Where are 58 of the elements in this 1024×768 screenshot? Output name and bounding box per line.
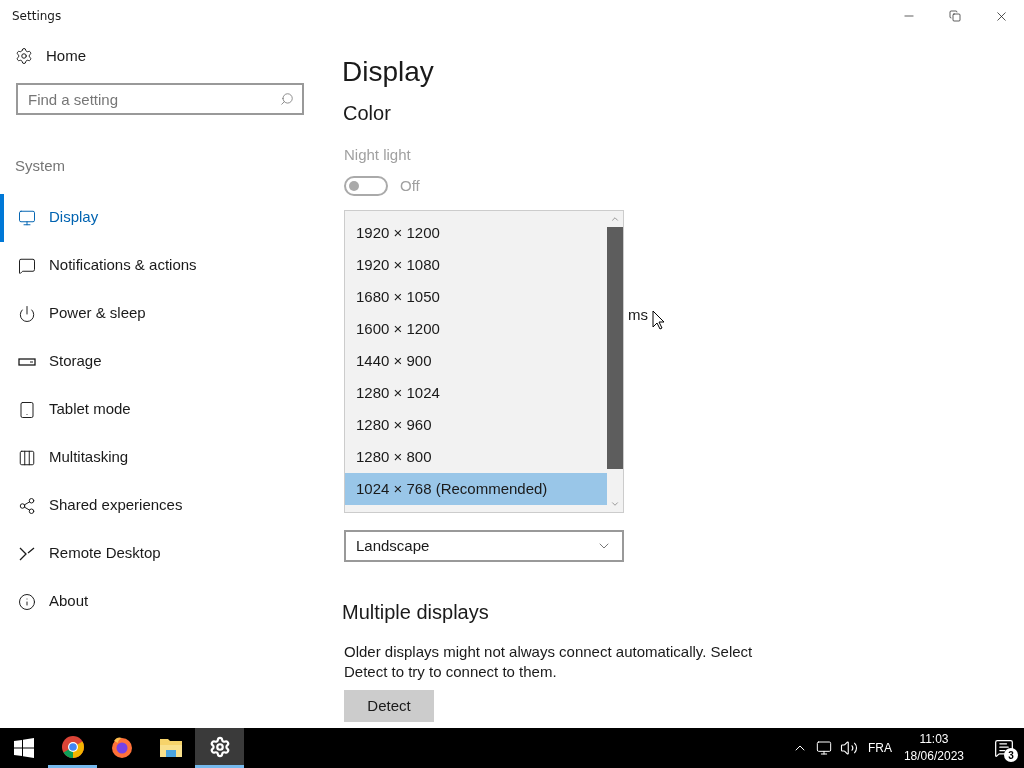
language-indicator[interactable]: FRA xyxy=(867,739,892,757)
search-icon xyxy=(280,92,294,106)
search-field[interactable]: Find a setting xyxy=(16,83,304,115)
dropdown-option[interactable]: 1600 × 1200 xyxy=(345,313,607,345)
dropdown-option[interactable]: 1680 × 1050 xyxy=(345,281,607,313)
storage-icon xyxy=(18,357,36,366)
dropdown-option[interactable]: 1440 × 900 xyxy=(345,345,607,377)
tablet-icon xyxy=(18,400,36,419)
section-heading: Color xyxy=(343,101,392,126)
clock-date[interactable]: 18/06/2023 xyxy=(903,748,964,765)
sidebar-item[interactable]: About xyxy=(0,577,342,626)
mouse-pointer-icon xyxy=(652,310,664,330)
monitor-icon xyxy=(18,208,36,227)
notification-icon xyxy=(994,738,1014,758)
sidebar-item[interactable]: Tablet mode xyxy=(0,385,342,434)
dropdown-option[interactable]: 1024 × 768 (Recommended) xyxy=(345,473,607,505)
notification-button[interactable]: 3 xyxy=(984,728,1024,768)
settings-icon xyxy=(15,47,33,65)
settings-icon xyxy=(208,735,231,758)
message-icon xyxy=(18,256,36,275)
sidebar-item[interactable]: Power & sleep xyxy=(0,289,342,338)
home-link[interactable]: Home xyxy=(0,39,342,73)
page-title: Display xyxy=(342,55,435,89)
sidebar-item[interactable]: Remote Desktop xyxy=(0,529,342,578)
clock-time[interactable]: 11:03 xyxy=(919,731,949,748)
window-title: Settings xyxy=(12,8,62,25)
browser-icon xyxy=(60,734,85,759)
multitask-icon xyxy=(18,448,36,467)
description-text: Older displays might not always connect automatically. Select Detect to try to connect to them. xyxy=(344,642,754,682)
orientation-dropdown[interactable]: Landscape xyxy=(344,530,624,562)
restore-icon xyxy=(949,10,961,22)
dropdown-option[interactable]: 1280 × 1024 xyxy=(345,377,607,409)
section-heading: Multiple displays xyxy=(342,600,490,625)
network-icon[interactable] xyxy=(815,740,832,756)
section-label: System xyxy=(15,156,66,176)
dropdown-option[interactable]: 1920 × 1200 xyxy=(345,217,607,249)
windows-logo-icon xyxy=(14,738,34,758)
volume-icon[interactable] xyxy=(839,739,858,757)
browser-icon xyxy=(109,734,134,759)
info-icon xyxy=(18,592,36,611)
dropdown-option[interactable]: 1280 × 800 xyxy=(345,441,607,473)
setting-label: ms xyxy=(628,305,648,325)
power-icon xyxy=(18,304,36,323)
setting-label: Night light xyxy=(344,145,412,165)
detect-button[interactable]: Detect xyxy=(344,690,434,722)
sidebar-item[interactable]: Storage xyxy=(0,337,342,386)
scroll-down-icon xyxy=(610,499,620,509)
scroll-up-icon xyxy=(610,214,620,224)
sidebar-item[interactable]: Notifications & actions xyxy=(0,241,342,290)
dropdown-option[interactable]: 1920 × 1080 xyxy=(345,249,607,281)
dropdown-option[interactable]: 1280 × 960 xyxy=(345,409,607,441)
toggle-state: Off xyxy=(400,175,420,196)
share-icon xyxy=(18,496,36,515)
sidebar-item[interactable]: Shared experiences xyxy=(0,481,342,530)
notification-badge: 3 xyxy=(1004,748,1018,762)
sidebar-item[interactable]: Multitasking xyxy=(0,433,342,482)
toggle-switch[interactable] xyxy=(344,175,388,196)
taskbar-app[interactable] xyxy=(195,728,244,768)
